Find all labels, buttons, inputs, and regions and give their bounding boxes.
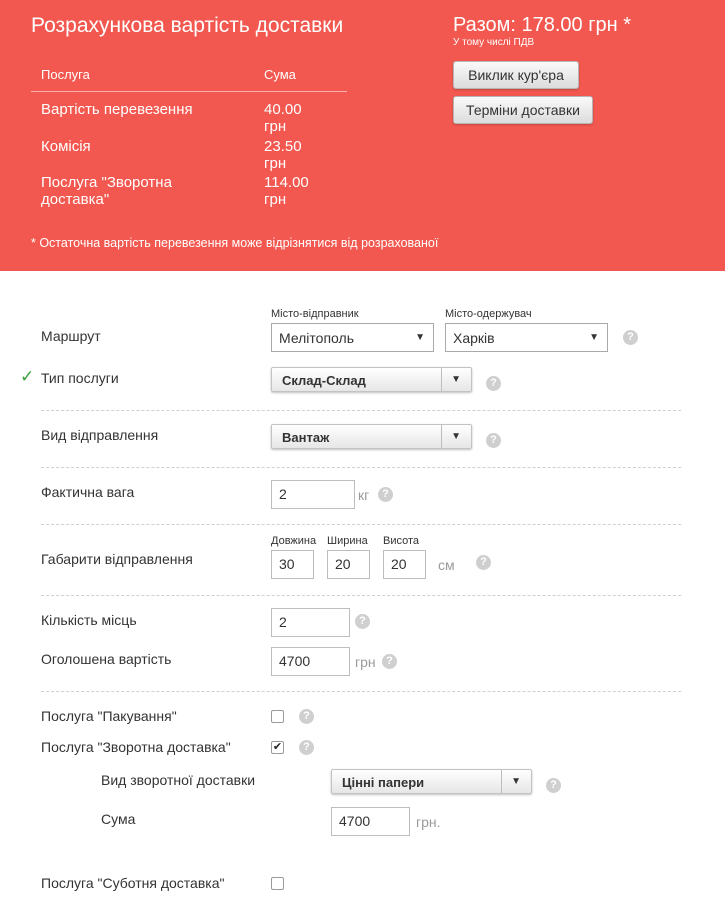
calculation-title: Розрахункова вартість доставки	[31, 14, 344, 37]
height-input[interactable]: 20	[383, 550, 426, 579]
return-delivery-label: Послуга "Зворотна доставка"	[41, 739, 231, 755]
calculator-form: Маршрут Місто-відправник Мелітополь ▼ Мі…	[0, 271, 725, 905]
service-type-value: Склад-Склад	[282, 373, 366, 388]
packing-label: Послуга "Пакування"	[41, 708, 177, 724]
cost-summary-table: Послуга Сума Вартість перевезення 40.00 …	[31, 62, 347, 209]
width-input[interactable]: 20	[327, 550, 370, 579]
declared-value-input[interactable]: 4700	[271, 647, 350, 676]
shipment-type-label: Вид відправлення	[41, 427, 159, 443]
return-type-select[interactable]: Цінні папери ▼	[331, 769, 532, 794]
receiver-city-select[interactable]: Харків ▼	[445, 323, 608, 352]
packing-checkbox[interactable]	[271, 710, 284, 723]
declared-value-label: Оголошена вартість	[41, 651, 172, 667]
summary-row: Послуга "Зворотна доставка" 114.00 грн	[31, 169, 347, 209]
service-type-select[interactable]: Склад-Склад ▼	[271, 367, 472, 392]
saturday-delivery-label: Послуга "Суботня доставка"	[41, 875, 225, 891]
shipment-type-select[interactable]: Вантаж ▼	[271, 424, 472, 449]
select-divider	[501, 770, 502, 793]
divider	[41, 524, 681, 525]
summary-service: Вартість перевезення	[41, 101, 193, 118]
valid-checkmark-icon: ✓	[20, 367, 35, 386]
select-divider	[441, 368, 442, 391]
route-label: Маршрут	[41, 328, 101, 344]
divider	[41, 691, 681, 692]
help-icon[interactable]: ?	[355, 614, 370, 629]
summary-row: Комісія 23.50 грн	[31, 133, 347, 172]
help-icon[interactable]: ?	[299, 740, 314, 755]
chevron-down-icon: ▼	[511, 776, 521, 787]
delivery-terms-button[interactable]: Терміни доставки	[453, 96, 593, 124]
chevron-down-icon: ▼	[451, 431, 461, 442]
saturday-delivery-checkbox[interactable]	[271, 877, 284, 890]
return-sum-unit: грн.	[416, 814, 441, 830]
cost-disclaimer: * Остаточна вартість перевезення може ві…	[31, 236, 439, 250]
summary-row: Вартість перевезення 40.00 грн	[31, 96, 347, 135]
dimensions-label: Габарити відправлення	[41, 551, 193, 567]
sender-city-select[interactable]: Мелітополь ▼	[271, 323, 434, 352]
width-label: Ширина	[327, 535, 368, 547]
length-input[interactable]: 30	[271, 550, 314, 579]
column-sum-header: Сума	[264, 67, 296, 82]
summary-service: Комісія	[41, 138, 91, 155]
height-label: Висота	[383, 535, 420, 547]
summary-table-header: Послуга Сума	[31, 62, 347, 92]
dimensions-unit: см	[438, 557, 455, 573]
declared-value-unit: грн	[355, 654, 376, 670]
vat-note: У тому числі ПДВ	[453, 37, 535, 48]
return-delivery-checkbox[interactable]: ✔	[271, 741, 284, 754]
receiver-city-label: Місто-одержувач	[445, 308, 532, 320]
sender-city-value: Мелітополь	[279, 330, 354, 346]
sender-city-label: Місто-відправник	[271, 308, 359, 320]
shipment-type-value: Вантаж	[282, 430, 330, 445]
call-courier-button[interactable]: Виклик кур'єра	[453, 61, 579, 89]
weight-unit: кг	[358, 487, 370, 503]
help-icon[interactable]: ?	[382, 654, 397, 669]
divider	[41, 467, 681, 468]
places-count-input[interactable]: 2	[271, 608, 350, 637]
total-box: Разом: 178.00 грн * У тому числі ПДВ	[453, 14, 631, 48]
summary-sum: 23.50 грн	[264, 138, 302, 172]
summary-sum: 40.00 грн	[264, 101, 302, 135]
summary-sum: 114.00 грн	[264, 174, 309, 208]
select-divider	[441, 425, 442, 448]
chevron-down-icon: ▼	[415, 332, 425, 343]
divider	[41, 410, 681, 411]
calculation-panel: Розрахункова вартість доставки Послуга С…	[0, 0, 725, 271]
help-icon[interactable]: ?	[299, 709, 314, 724]
help-icon[interactable]: ?	[623, 330, 638, 345]
total-amount: Разом: 178.00 грн *	[453, 14, 632, 36]
summary-service: Послуга "Зворотна доставка"	[41, 174, 172, 208]
help-icon[interactable]: ?	[476, 555, 491, 570]
help-icon[interactable]: ?	[546, 778, 561, 793]
service-type-label: Тип послуги	[41, 370, 119, 386]
return-type-value: Цінні папери	[342, 775, 425, 790]
return-type-label: Вид зворотної доставки	[101, 772, 256, 788]
divider	[41, 595, 681, 596]
column-service-header: Послуга	[41, 67, 90, 82]
weight-label: Фактична вага	[41, 484, 135, 500]
chevron-down-icon: ▼	[589, 332, 599, 343]
chevron-down-icon: ▼	[451, 374, 461, 385]
receiver-city-value: Харків	[453, 330, 495, 346]
help-icon[interactable]: ?	[378, 487, 393, 502]
return-sum-label: Сума	[101, 811, 136, 827]
help-icon[interactable]: ?	[486, 433, 501, 448]
return-sum-input[interactable]: 4700	[331, 807, 410, 836]
help-icon[interactable]: ?	[486, 376, 501, 391]
places-count-label: Кількість місць	[41, 612, 137, 628]
weight-input[interactable]: 2	[271, 480, 355, 509]
length-label: Довжина	[271, 535, 317, 547]
